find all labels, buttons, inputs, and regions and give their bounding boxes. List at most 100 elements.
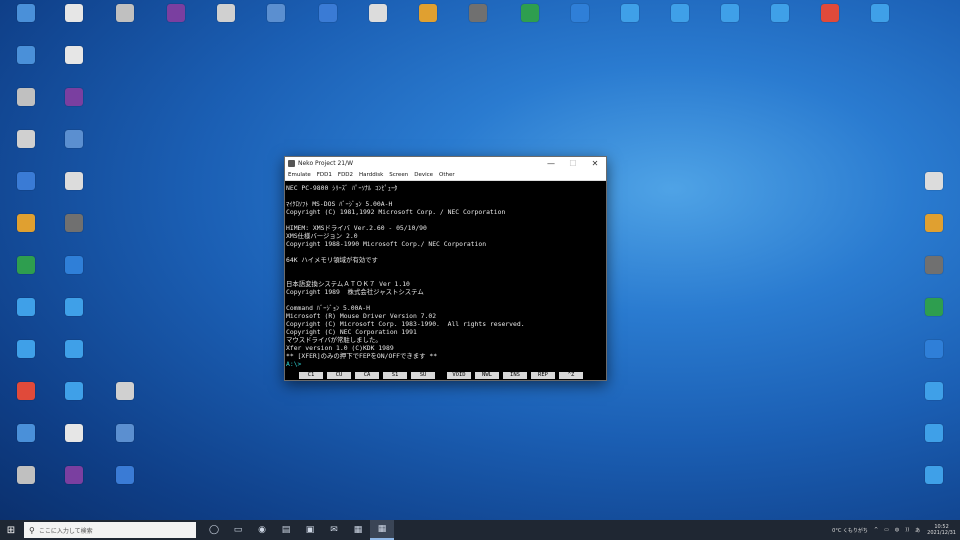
desktop-shortcut-icon[interactable]: [912, 214, 956, 250]
screen-line: Copyright (C) NEC Corporation 1991: [286, 328, 417, 336]
desktop-shortcut-icon[interactable]: [4, 214, 48, 250]
battery-icon[interactable]: ▭: [881, 527, 892, 533]
desktop-shortcut-icon[interactable]: [4, 130, 48, 166]
desktop-shortcut-icon[interactable]: [52, 256, 96, 292]
desktop-shortcut-icon[interactable]: [4, 340, 48, 376]
fkey-ca[interactable]: CA: [355, 372, 379, 379]
shortcut-glyph-icon: [925, 466, 943, 484]
desktop-shortcut-icon[interactable]: [356, 4, 400, 40]
shortcut-glyph-icon: [721, 4, 739, 22]
desktop-shortcut-icon[interactable]: [254, 4, 298, 40]
desktop-shortcut-icon[interactable]: [858, 4, 902, 40]
desktop-shortcut-icon[interactable]: [658, 4, 702, 40]
menu-fdd1[interactable]: FDD1: [314, 172, 335, 178]
neko-project-taskbar-icon[interactable]: ▦: [370, 520, 394, 540]
desktop-shortcut-icon[interactable]: [4, 466, 48, 502]
volume-icon[interactable]: )): [902, 527, 912, 533]
shortcut-glyph-icon: [65, 340, 83, 358]
desktop-shortcut-icon[interactable]: [4, 298, 48, 334]
desktop-shortcut-icon[interactable]: [912, 256, 956, 292]
desktop-shortcut-icon[interactable]: [406, 4, 450, 40]
desktop-shortcut-icon[interactable]: [508, 4, 552, 40]
desktop-shortcut-icon[interactable]: [52, 298, 96, 334]
desktop-shortcut-icon[interactable]: [912, 172, 956, 208]
desktop-shortcut-icon[interactable]: [558, 4, 602, 40]
desktop-shortcut-icon[interactable]: [204, 4, 248, 40]
menu-other[interactable]: Other: [436, 172, 458, 178]
desktop-shortcut-icon[interactable]: [4, 172, 48, 208]
desktop-shortcut-icon[interactable]: [4, 46, 48, 82]
desktop-shortcut-icon[interactable]: [52, 4, 96, 40]
task-view-button[interactable]: ▭: [226, 520, 250, 540]
chevron-up-icon[interactable]: ^: [871, 527, 881, 533]
clock[interactable]: 10:52 2021/12/31: [923, 524, 960, 536]
fkey-cu[interactable]: CU: [327, 372, 351, 379]
start-button[interactable]: ⊞: [0, 520, 22, 540]
fkey-c1[interactable]: C1: [299, 372, 323, 379]
desktop-shortcut-icon[interactable]: [912, 466, 956, 502]
fkey-s1[interactable]: S1: [383, 372, 407, 379]
desktop-shortcut-icon[interactable]: [52, 340, 96, 376]
desktop-shortcut-icon[interactable]: [708, 4, 752, 40]
desktop-shortcut-icon[interactable]: [52, 46, 96, 82]
desktop-shortcut-icon[interactable]: [103, 424, 147, 460]
menu-fdd2[interactable]: FDD2: [335, 172, 356, 178]
desktop-shortcut-icon[interactable]: [4, 256, 48, 292]
fkey-su[interactable]: SU: [411, 372, 435, 379]
window-titlebar[interactable]: Neko Project 21/W — ☐ ✕: [285, 157, 606, 170]
shortcut-label: [52, 24, 96, 32]
menu-emulate[interactable]: Emulate: [285, 172, 314, 178]
weather-text[interactable]: 0°C くもりがち: [829, 527, 871, 534]
emulator-screen[interactable]: NEC PC-9800 ｼﾘｰｽﾞ ﾊﾟｰｿﾅﾙ ｺﾝﾋﾟｭｰﾀ ﾏｲｸﾛｿﾌﾄ…: [285, 181, 606, 380]
desktop-shortcut-icon[interactable]: [912, 298, 956, 334]
app-icon[interactable]: ▦: [346, 520, 370, 540]
desktop-shortcut-icon[interactable]: [52, 88, 96, 124]
desktop-shortcut-icon[interactable]: [154, 4, 198, 40]
shortcut-glyph-icon: [116, 4, 134, 22]
desktop-shortcut-icon[interactable]: [912, 340, 956, 376]
desktop-shortcut-icon[interactable]: [52, 466, 96, 502]
screen-line: Copyright (C) 1981,1992 Microsoft Corp. …: [286, 208, 506, 216]
file-explorer-icon[interactable]: ▤: [274, 520, 298, 540]
close-button[interactable]: ✕: [584, 157, 606, 170]
fkey-ctrl-z[interactable]: ^Z: [559, 372, 583, 379]
desktop-shortcut-icon[interactable]: [103, 466, 147, 502]
edge-icon[interactable]: ◉: [250, 520, 274, 540]
fkey-ins[interactable]: INS: [503, 372, 527, 379]
menu-harddisk[interactable]: Harddisk: [356, 172, 386, 178]
cortana-button[interactable]: ◯: [202, 520, 226, 540]
maximize-button[interactable]: ☐: [562, 157, 584, 170]
search-box[interactable]: ⚲ ここに入力して検索: [24, 522, 196, 538]
desktop-shortcut-icon[interactable]: [103, 4, 147, 40]
network-icon[interactable]: ◍: [892, 527, 902, 533]
mail-icon[interactable]: ✉: [322, 520, 346, 540]
desktop-shortcut-icon[interactable]: [912, 424, 956, 460]
desktop-shortcut-icon[interactable]: [52, 172, 96, 208]
menu-screen[interactable]: Screen: [386, 172, 411, 178]
store-icon[interactable]: ▣: [298, 520, 322, 540]
desktop-shortcut-icon[interactable]: [52, 424, 96, 460]
fkey-void[interactable]: VOID: [447, 372, 471, 379]
desktop-shortcut-icon[interactable]: [4, 4, 48, 40]
desktop-shortcut-icon[interactable]: [456, 4, 500, 40]
desktop-shortcut-icon[interactable]: [52, 214, 96, 250]
desktop-shortcut-icon[interactable]: [4, 88, 48, 124]
minimize-button[interactable]: —: [540, 157, 562, 170]
ime-icon[interactable]: あ: [912, 527, 923, 534]
desktop-shortcut-icon[interactable]: [758, 4, 802, 40]
desktop-shortcut-icon[interactable]: [306, 4, 350, 40]
desktop-shortcut-icon[interactable]: [808, 4, 852, 40]
desktop-shortcut-icon[interactable]: [4, 424, 48, 460]
desktop-shortcut-icon[interactable]: [52, 130, 96, 166]
desktop-shortcut-icon[interactable]: [608, 4, 652, 40]
fkey-nwl[interactable]: NWL: [475, 372, 499, 379]
desktop-shortcut-icon[interactable]: [912, 382, 956, 418]
desktop-shortcut-icon[interactable]: [103, 382, 147, 418]
command-prompt[interactable]: A:\>: [286, 360, 301, 368]
fkey-rep[interactable]: REP: [531, 372, 555, 379]
desktop-shortcut-icon[interactable]: [4, 382, 48, 418]
menu-device[interactable]: Device: [411, 172, 436, 178]
shortcut-label: [456, 24, 500, 32]
desktop-shortcut-icon[interactable]: [52, 382, 96, 418]
emulator-window[interactable]: Neko Project 21/W — ☐ ✕ Emulate FDD1 FDD…: [284, 156, 607, 381]
